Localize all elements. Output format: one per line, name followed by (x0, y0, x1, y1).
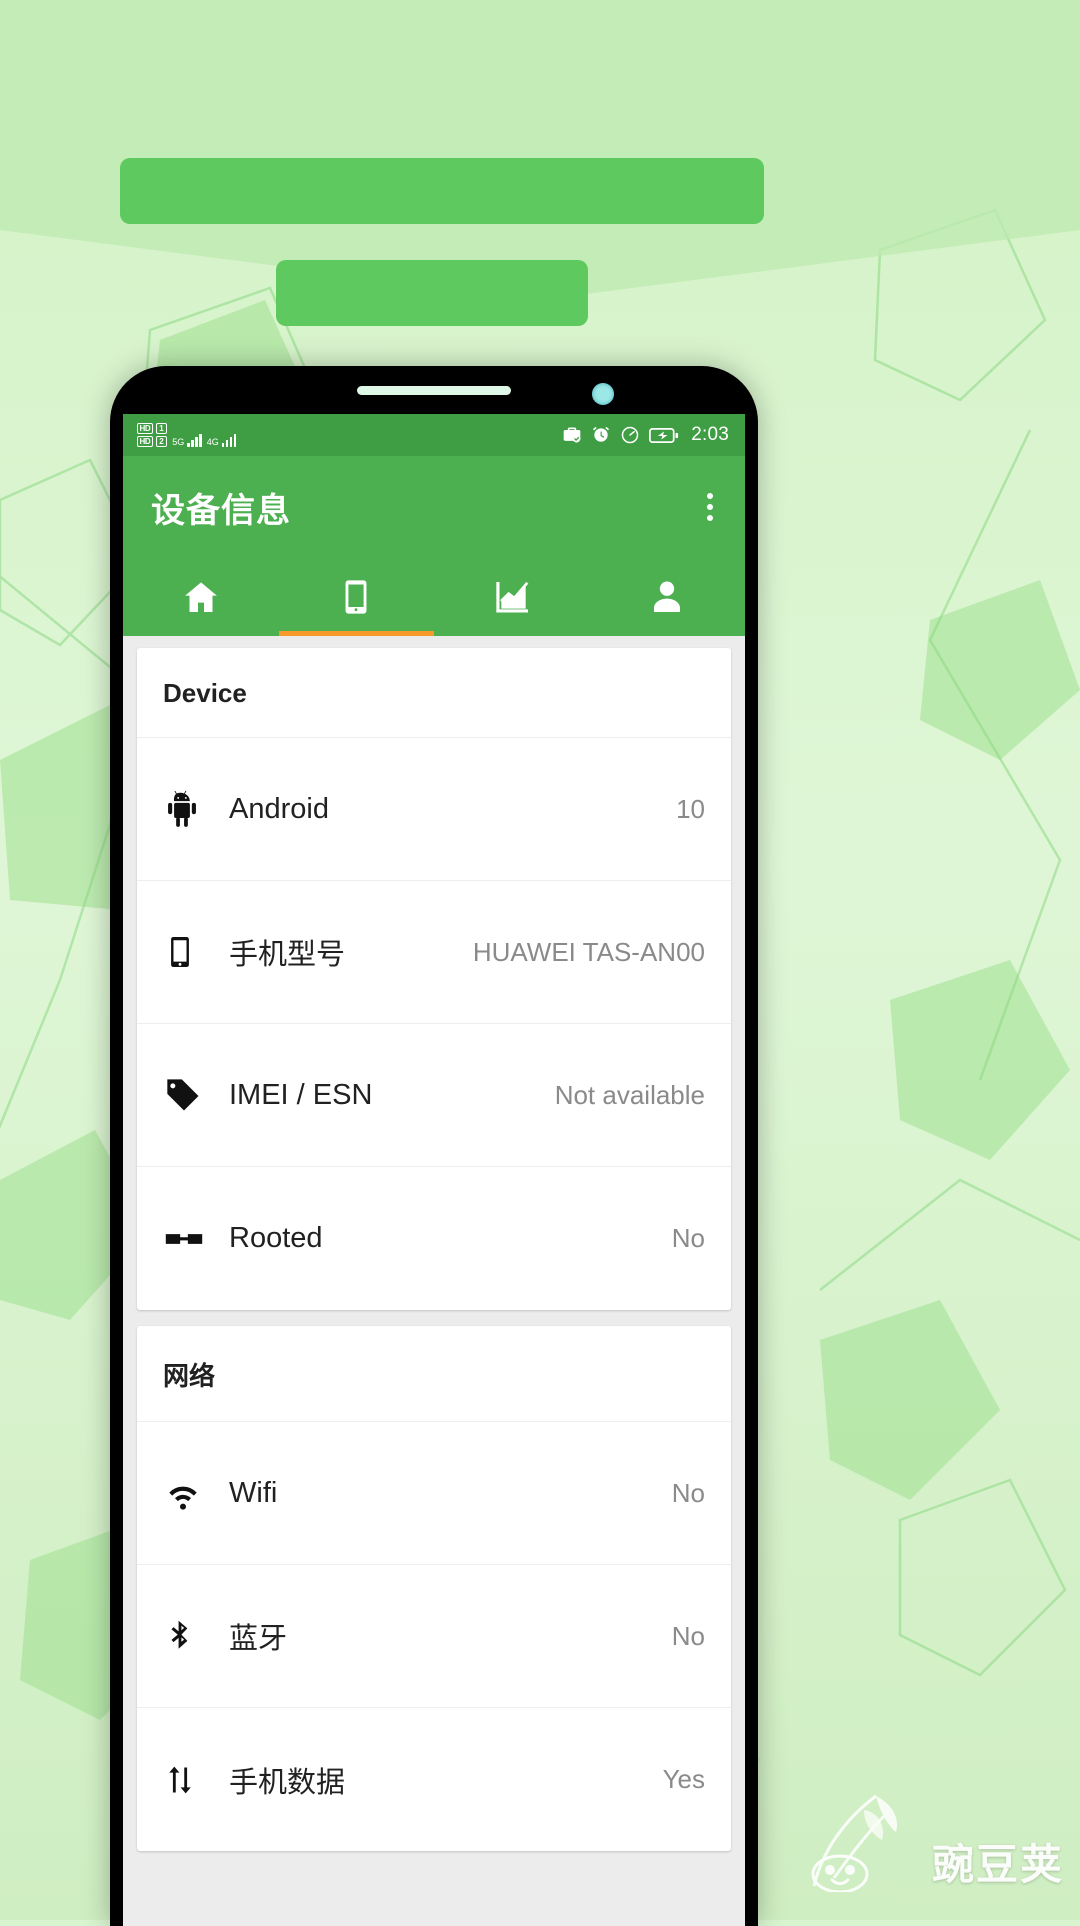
wifi-icon (163, 1473, 229, 1513)
page-title: 设备信息 (151, 491, 291, 530)
chart-icon (496, 581, 529, 613)
section-card-device: Device Android 10 手机型号 HUAWEI TAS-AN00 I… (137, 648, 731, 1310)
tab-stats[interactable] (434, 558, 590, 636)
sim2-volte: HD 2 (137, 436, 168, 447)
table-row[interactable]: 蓝牙 No (137, 1565, 731, 1708)
row-label: Rooted (229, 1222, 323, 1254)
row-value: Not available (554, 1079, 705, 1110)
table-row[interactable]: Android 10 (137, 738, 731, 881)
row-label: 手机数据 (229, 1766, 346, 1799)
section-title: Device (137, 648, 731, 738)
status-bar-right: 2:03 (562, 424, 729, 446)
section-title: 网络 (137, 1326, 731, 1422)
table-row[interactable]: 手机型号 HUAWEI TAS-AN00 (137, 881, 731, 1024)
tag-icon (163, 1075, 229, 1115)
hd-badge-icon: HD (137, 436, 153, 447)
table-row[interactable]: Rooted No (137, 1167, 731, 1310)
sim1-volte: HD 1 (137, 423, 168, 434)
app-bar: 设备信息 (123, 456, 745, 558)
row-value: No (671, 1477, 705, 1508)
row-label: Android (229, 792, 329, 825)
promo-banner-primary (120, 158, 764, 224)
phone-screen: HD 1 HD 2 5G 4G 2:03 设备信息 Device Android… (123, 414, 745, 1926)
tab-active-indicator (278, 631, 434, 636)
phone-mockup: HD 1 HD 2 5G 4G 2:03 设备信息 Device Android… (110, 366, 758, 1926)
battery-charging-icon (649, 427, 679, 443)
phone-icon (345, 580, 367, 614)
work-profile-icon (563, 427, 581, 443)
glasses-icon (163, 1218, 229, 1260)
tab-device[interactable] (279, 558, 435, 636)
dot (707, 493, 713, 499)
table-row[interactable]: Wifi No (137, 1422, 731, 1565)
alarm-icon (593, 426, 610, 442)
row-label: 蓝牙 (229, 1623, 288, 1655)
status-bar-clock: 2:03 (691, 424, 729, 445)
tab-home[interactable] (123, 558, 279, 636)
row-label: IMEI / ESN (229, 1078, 373, 1111)
dot (707, 515, 713, 521)
row-value: 10 (676, 793, 705, 824)
network-type-label: 4G (206, 437, 219, 447)
home-icon (184, 582, 217, 612)
status-bar: HD 1 HD 2 5G 4G 2:03 (123, 414, 745, 456)
table-row[interactable]: IMEI / ESN Not available (137, 1024, 731, 1167)
volte-indicators: HD 1 HD 2 (137, 423, 168, 447)
signal-bars-icon (187, 434, 202, 447)
row-label: 手机型号 (229, 939, 346, 971)
network-type-label: 5G (172, 437, 185, 447)
section-card-network: 网络 Wifi No 蓝牙 No 手机数据 Yes (137, 1326, 731, 1851)
row-value: No (671, 1223, 705, 1253)
promo-banner-secondary (276, 260, 588, 326)
row-label: Wifi (229, 1476, 278, 1509)
sim1-badge: 1 (155, 423, 168, 434)
info-list: Device Android 10 手机型号 HUAWEI TAS-AN00 I… (123, 636, 745, 1926)
row-value: No (671, 1620, 705, 1651)
table-row[interactable]: 手机数据 Yes (137, 1708, 731, 1851)
front-camera-icon (592, 383, 614, 405)
overflow-menu-button[interactable] (699, 483, 721, 531)
phone-icon (163, 935, 229, 969)
signal-bars-icon (221, 434, 237, 447)
sim2-badge: 2 (155, 436, 168, 447)
row-value: Yes (662, 1764, 705, 1794)
data-icon (163, 1763, 229, 1797)
status-bar-left: HD 1 HD 2 5G 4G (137, 423, 237, 447)
android-icon (163, 790, 229, 828)
signal-group-2: 4G (207, 434, 237, 447)
dot (707, 504, 713, 510)
row-value: HUAWEI TAS-AN00 (472, 936, 705, 967)
signal-group-1: 5G (172, 434, 202, 447)
bluetooth-icon (163, 1619, 229, 1653)
tab-bar (123, 558, 745, 636)
person-icon (654, 581, 681, 612)
tab-profile[interactable] (590, 558, 746, 636)
earpiece-speaker (357, 386, 511, 395)
data-saver-icon (621, 426, 639, 444)
hd-badge-icon: HD (137, 423, 153, 434)
